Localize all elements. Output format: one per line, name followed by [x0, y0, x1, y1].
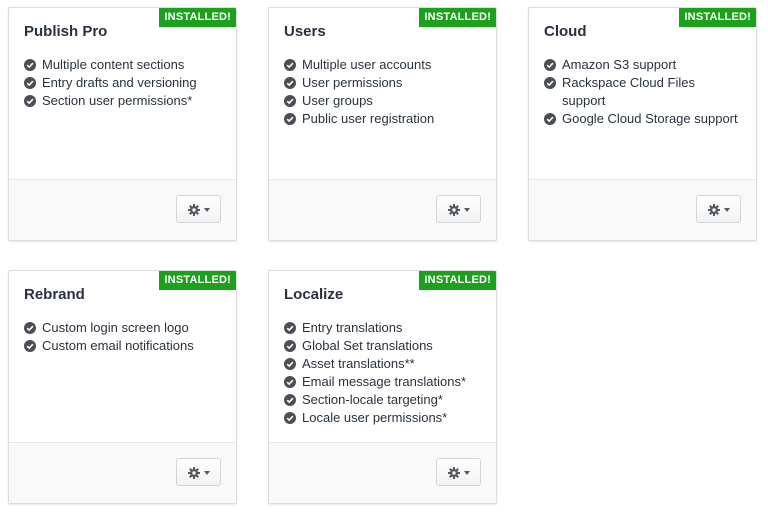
check-circle-icon — [24, 59, 36, 71]
feature-label: Public user registration — [302, 111, 435, 126]
caret-down-icon — [724, 208, 730, 212]
feature-item: Multiple content sections — [24, 56, 226, 74]
card-footer — [529, 179, 756, 240]
feature-list: Entry translations Global Set translatio… — [284, 319, 486, 427]
feature-list: Custom login screen logo Custom email no… — [24, 319, 226, 355]
edition-title: Publish Pro — [24, 23, 108, 40]
feature-item: Asset translations** — [284, 355, 486, 373]
feature-item: User permissions — [284, 74, 486, 92]
edition-card-localize: INSTALLED! Localize Entry translations G… — [268, 270, 497, 504]
gear-icon — [448, 204, 460, 216]
feature-item: Public user registration — [284, 110, 486, 128]
feature-label: Section-locale targeting* — [302, 392, 443, 407]
edition-card-users: INSTALLED! Users Multiple user accounts … — [268, 7, 497, 241]
gear-icon — [448, 467, 460, 479]
check-circle-icon — [284, 322, 296, 334]
check-circle-icon — [284, 394, 296, 406]
check-circle-icon — [284, 113, 296, 125]
feature-label: User groups — [302, 93, 373, 108]
gear-icon — [708, 204, 720, 216]
feature-list: Multiple content sections Entry drafts a… — [24, 56, 226, 110]
feature-item: Custom email notifications — [24, 337, 226, 355]
feature-item: Section user permissions* — [24, 92, 226, 110]
check-circle-icon — [284, 77, 296, 89]
feature-label: Custom email notifications — [42, 338, 194, 353]
feature-item: Custom login screen logo — [24, 319, 226, 337]
edition-title: Cloud — [544, 23, 587, 40]
check-circle-icon — [284, 358, 296, 370]
installed-badge: INSTALLED! — [419, 8, 496, 27]
check-circle-icon — [284, 95, 296, 107]
feature-label: Amazon S3 support — [562, 57, 677, 72]
feature-label: Global Set translations — [302, 338, 433, 353]
edition-card-rebrand: INSTALLED! Rebrand Custom login screen l… — [8, 270, 237, 504]
check-circle-icon — [24, 322, 36, 334]
check-circle-icon — [284, 376, 296, 388]
feature-list: Multiple user accounts User permissions … — [284, 56, 486, 128]
caret-down-icon — [464, 208, 470, 212]
settings-menu-button[interactable] — [696, 195, 741, 223]
feature-label: Multiple content sections — [42, 57, 185, 72]
check-circle-icon — [284, 59, 296, 71]
feature-label: Google Cloud Storage support — [562, 111, 738, 126]
edition-title: Users — [284, 23, 326, 40]
check-circle-icon — [24, 340, 36, 352]
card-footer — [9, 179, 236, 240]
feature-label: Entry translations — [302, 320, 403, 335]
feature-label: Locale user permissions* — [302, 410, 448, 425]
installed-badge: INSTALLED! — [679, 8, 756, 27]
settings-menu-button[interactable] — [436, 458, 481, 486]
settings-menu-button[interactable] — [176, 458, 221, 486]
card-footer — [269, 442, 496, 503]
edition-title: Rebrand — [24, 286, 85, 303]
edition-card-cloud: INSTALLED! Cloud Amazon S3 support Racks… — [528, 7, 757, 241]
installed-badge: INSTALLED! — [419, 271, 496, 290]
gear-icon — [188, 467, 200, 479]
edition-title: Localize — [284, 286, 344, 303]
feature-item: Global Set translations — [284, 337, 486, 355]
feature-item: Email message translations* — [284, 373, 486, 391]
feature-label: Section user permissions* — [42, 93, 193, 108]
feature-item: Section-locale targeting* — [284, 391, 486, 409]
feature-item: Rackspace Cloud Files support — [544, 74, 711, 110]
caret-down-icon — [204, 471, 210, 475]
feature-label: Entry drafts and versioning — [42, 75, 197, 90]
feature-label: Multiple user accounts — [302, 57, 432, 72]
feature-item: Locale user permissions* — [284, 409, 486, 427]
feature-item: Entry drafts and versioning — [24, 74, 226, 92]
edition-card-publish-pro: INSTALLED! Publish Pro Multiple content … — [8, 7, 237, 241]
installed-badge: INSTALLED! — [159, 271, 236, 290]
feature-label: Asset translations** — [302, 356, 415, 371]
card-footer — [269, 179, 496, 240]
feature-item: Amazon S3 support — [544, 56, 711, 74]
installed-badge: INSTALLED! — [159, 8, 236, 27]
caret-down-icon — [464, 471, 470, 475]
check-circle-icon — [24, 77, 36, 89]
feature-item: Multiple user accounts — [284, 56, 486, 74]
gear-icon — [188, 204, 200, 216]
feature-label: User permissions — [302, 75, 403, 90]
check-circle-icon — [24, 95, 36, 107]
caret-down-icon — [204, 208, 210, 212]
check-circle-icon — [284, 340, 296, 352]
card-footer — [9, 442, 236, 503]
settings-menu-button[interactable] — [176, 195, 221, 223]
settings-menu-button[interactable] — [436, 195, 481, 223]
feature-item: Google Cloud Storage support — [544, 110, 738, 128]
feature-list: Amazon S3 support Rackspace Cloud Files … — [544, 56, 738, 128]
feature-label: Email message translations* — [302, 374, 467, 389]
feature-label: Custom login screen logo — [42, 320, 189, 335]
feature-item: User groups — [284, 92, 486, 110]
check-circle-icon — [544, 59, 556, 71]
check-circle-icon — [544, 77, 556, 89]
feature-item: Entry translations — [284, 319, 486, 337]
feature-label: Rackspace Cloud Files support — [562, 75, 695, 108]
check-circle-icon — [284, 412, 296, 424]
check-circle-icon — [544, 113, 556, 125]
